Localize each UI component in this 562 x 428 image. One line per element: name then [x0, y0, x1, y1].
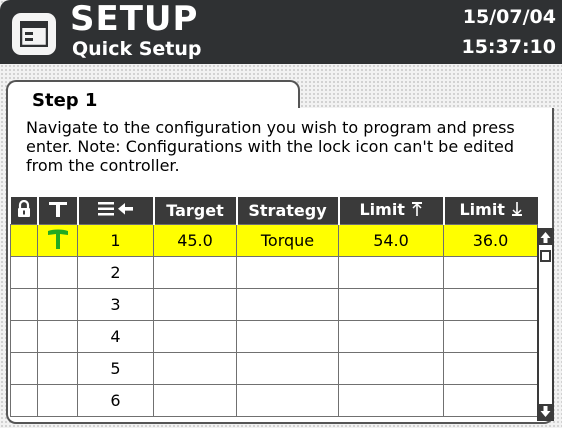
step-title: Step 1 [32, 90, 98, 111]
target-column-header: Target [153, 197, 238, 225]
strategy-cell [236, 384, 339, 417]
lower-limit-label: Limit [459, 200, 505, 220]
lower-limit-cell [443, 256, 538, 289]
window-icon [12, 13, 56, 55]
sequence-cell: 5 [77, 352, 154, 385]
upper-limit-cell [338, 352, 444, 385]
tool-cell [37, 288, 78, 321]
lower-limit-cell [443, 352, 538, 385]
target-cell: 45.0 [153, 224, 237, 257]
table-row[interactable]: 6 [10, 384, 538, 417]
lock-icon [17, 199, 31, 222]
lower-limit-cell [443, 384, 538, 417]
target-cell [153, 384, 237, 417]
lock-cell [10, 352, 38, 385]
upper-limit-icon [411, 201, 423, 221]
tool-column-header [37, 197, 79, 225]
strategy-column-header: Strategy [236, 197, 340, 225]
strategy-cell [236, 320, 339, 353]
table-scrollbar[interactable] [537, 228, 554, 421]
strategy-cell [236, 256, 339, 289]
target-cell [153, 320, 237, 353]
tool-cell [37, 320, 78, 353]
tool-icon [47, 228, 69, 254]
lower-limit-cell: 36.0 [443, 224, 538, 257]
table-header-row: Target Strategy Limit Limit [10, 197, 538, 225]
upper-limit-cell [338, 384, 444, 417]
tool-cell [37, 256, 78, 289]
sequence-cell: 6 [77, 384, 154, 417]
upper-limit-column-header: Limit [338, 197, 445, 225]
lower-limit-column-header: Limit [443, 197, 538, 225]
lock-cell [10, 320, 38, 353]
arrow-down-icon[interactable] [539, 404, 552, 419]
time-display: 15:37:10 [461, 36, 556, 58]
table-row[interactable]: 5 [10, 352, 538, 385]
tool-cell [37, 352, 78, 385]
header-bar: SETUP Quick Setup 15/07/04 15:37:10 [0, 0, 562, 64]
tool-icon [48, 200, 68, 222]
lower-limit-icon [511, 201, 523, 221]
scroll-thumb[interactable] [540, 250, 551, 262]
sequence-cell: 2 [77, 256, 154, 289]
sequence-column-header [77, 197, 155, 225]
arrow-up-icon[interactable] [539, 230, 552, 245]
tool-cell [37, 224, 78, 257]
upper-limit-cell: 54.0 [338, 224, 444, 257]
upper-limit-cell [338, 256, 444, 289]
table-row[interactable]: 1 45.0 Torque 54.0 36.0 [10, 224, 538, 257]
sequence-cell: 1 [77, 224, 154, 257]
strategy-cell [236, 352, 339, 385]
upper-limit-cell [338, 288, 444, 321]
quick-setup-screen: SETUP Quick Setup 15/07/04 15:37:10 Step… [0, 0, 562, 428]
tool-cell [37, 384, 78, 417]
lower-limit-cell [443, 288, 538, 321]
lock-cell [10, 256, 38, 289]
strategy-cell [236, 288, 339, 321]
target-cell [153, 288, 237, 321]
target-cell [153, 256, 237, 289]
table-row[interactable]: 2 [10, 256, 538, 289]
lock-cell [10, 224, 38, 257]
page-subtitle: Quick Setup [72, 38, 202, 60]
upper-limit-label: Limit [359, 200, 405, 220]
lower-limit-cell [443, 320, 538, 353]
list-arrow-icon [97, 201, 134, 221]
sequence-cell: 4 [77, 320, 154, 353]
table-row[interactable]: 3 [10, 288, 538, 321]
lock-cell [10, 384, 38, 417]
lock-column-header [10, 197, 39, 225]
configuration-table: Target Strategy Limit Limit 1 45.0 Torqu… [10, 197, 538, 417]
strategy-cell: Torque [236, 224, 339, 257]
target-cell [153, 352, 237, 385]
instructions-text: Navigate to the configuration you wish t… [26, 118, 515, 175]
table-row[interactable]: 4 [10, 320, 538, 353]
upper-limit-cell [338, 320, 444, 353]
lock-cell [10, 288, 38, 321]
date-display: 15/07/04 [462, 6, 556, 28]
page-title: SETUP [70, 0, 199, 39]
sequence-cell: 3 [77, 288, 154, 321]
